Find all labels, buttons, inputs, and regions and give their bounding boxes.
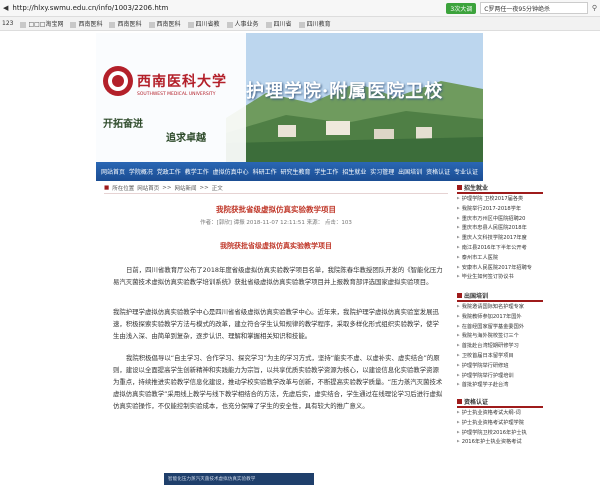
crumb-sep: >> — [162, 185, 172, 191]
section-header: 招生就业 — [457, 183, 543, 194]
list-item[interactable]: 毕业生如何签订协议书 — [457, 272, 543, 282]
nav-vr-center[interactable]: 虚拟仿真中心 — [213, 167, 249, 176]
list-item[interactable]: 首批护理学子赴台湾 — [457, 380, 543, 390]
list-item[interactable]: 我院教师参加2017年国外 — [457, 312, 543, 322]
page-icon — [70, 21, 77, 28]
bookmark-0[interactable]: 123 — [2, 20, 13, 27]
nav-teaching[interactable]: 教学工作 — [185, 167, 209, 176]
list-item[interactable]: 我院举行2017-2018学年 — [457, 204, 543, 214]
section-header: 资格认证 — [457, 397, 543, 408]
article-title: 我院获批省级虚拟仿真实验教学项目 — [216, 205, 336, 214]
nav-research[interactable]: 科研工作 — [253, 167, 277, 176]
list-item[interactable]: 安康市人民医院2017年招聘专 — [457, 263, 543, 273]
article-paragraph: 日前，四川省教育厅公布了2018年度省级虚拟仿真实验教学项目名单，我院陈春华教授… — [113, 266, 443, 286]
crumb-news[interactable]: 网站新闻 — [174, 184, 196, 192]
bookmark-3[interactable]: 西南医科 — [109, 19, 142, 28]
nav-graduate[interactable]: 研究生教育 — [280, 167, 310, 176]
university-name: 西南医科大学 — [137, 74, 227, 90]
crumb-home[interactable]: 网站首页 — [137, 184, 159, 192]
address-bar: ◀ http://hlxy.swmu.edu.cn/info/1003/2206… — [0, 0, 600, 17]
breadcrumb: ■ 所在位置 网站首页 >> 网站新闻 >> 正文 — [104, 183, 448, 194]
nav-cert[interactable]: 资格认证 — [426, 167, 450, 176]
article-subtitle: 我院获批省级虚拟仿真实验教学项目 — [220, 242, 332, 250]
url-field[interactable]: http://hlxy.swmu.edu.cn/info/1003/2206.h… — [12, 2, 442, 14]
search-icon[interactable]: ⚲ — [592, 4, 597, 12]
crumb-current: 正文 — [211, 186, 223, 192]
search-box[interactable]: C罗两任一夜95分钟绝杀 — [480, 2, 588, 14]
home-icon: ■ — [104, 185, 110, 191]
nav-students[interactable]: 学生工作 — [314, 167, 338, 176]
sidebar-section-cert: 资格认证 护士执业资格考试大纲-词 护士执业资格考试护理学院 护理学院卫校201… — [457, 397, 543, 447]
list-item[interactable]: 护士执业资格考试大纲-词 — [457, 408, 543, 418]
page-icon — [226, 21, 233, 28]
motto-left: 开拓奋进 — [103, 119, 143, 130]
article: 我院获批省级虚拟仿真实验教学项目 作者：[郭欣] 谭振 2018-11-07 1… — [104, 196, 448, 488]
list-item[interactable]: 南江县2016年下半年公开考 — [457, 243, 543, 253]
bookmark-7[interactable]: 四川省 — [265, 19, 292, 28]
bookmark-6[interactable]: 人事业务 — [226, 19, 259, 28]
page-icon — [187, 21, 194, 28]
bookmarks-bar: 123 □□□淘宝网 西南医科 西南医科 西南医科 四川省教 人事业务 四川省 … — [0, 17, 600, 31]
bookmark-5[interactable]: 四川省教 — [187, 19, 220, 28]
list-item[interactable]: 2016年护士执业资格考试 — [457, 437, 543, 447]
nav-party[interactable]: 党政工作 — [157, 167, 181, 176]
main-nav: 网站首页 学院概况 党政工作 教学工作 虚拟仿真中心 科研工作 研究生教育 学生… — [96, 162, 483, 181]
square-icon — [457, 185, 462, 190]
section-header: 出国培训 — [457, 291, 543, 302]
list-item[interactable]: 护理学院举行护理培训 — [457, 371, 543, 381]
page-icon — [148, 21, 155, 28]
crumb-label: 所在位置 — [112, 186, 135, 192]
page-icon — [109, 21, 116, 28]
list-item[interactable]: 卫校首届日本留学项目 — [457, 351, 543, 361]
nav-about[interactable]: 学院概况 — [129, 167, 153, 176]
back-icon[interactable]: ◀ — [3, 4, 8, 12]
article-paragraph: 我院积极倡导以“自主学习、合作学习、探究学习”为主的学习方式，坚持“能实不虚、以… — [113, 354, 443, 410]
nav-home[interactable]: 网站首页 — [101, 167, 125, 176]
sidebar-section-abroad: 出国培训 我院邀请国际知名护理专家 我院教师参加2017年国外 在首经国家留学基… — [457, 291, 543, 390]
nav-admission[interactable]: 招生就业 — [342, 167, 366, 176]
list-item[interactable]: 在首经国家留学基金委国外 — [457, 322, 543, 332]
list-item[interactable]: 护理学院卫校2016年护士执 — [457, 428, 543, 438]
article-image: 智能化压力蒸汽灭菌技术虚拟仿真实验教学 — [164, 473, 314, 485]
list-item[interactable]: 护士执业资格考试护理学院 — [457, 418, 543, 428]
hot-badge[interactable]: 3次大调 — [446, 2, 477, 14]
list-item[interactable]: 首批赴台湾短期研修学习 — [457, 341, 543, 351]
square-icon — [457, 399, 462, 404]
motto-right: 追求卓越 — [166, 133, 206, 144]
list-item[interactable]: 重庆市万州区中医院招聘20 — [457, 214, 543, 224]
article-paragraph: 我院护理学虚拟仿真实验教学中心是四川省省级虚拟仿真实验教学中心。近年来，我院护理… — [113, 308, 439, 340]
square-icon — [457, 293, 462, 298]
bookmark-4[interactable]: 西南医科 — [148, 19, 181, 28]
nav-accreditation[interactable]: 专业认证 — [454, 167, 478, 176]
college-name: 护理学院·附属医院卫校 — [246, 81, 444, 102]
sidebar-section-admission: 招生就业 护理学院 卫校2017届各类 我院举行2017-2018学年 重庆市万… — [457, 183, 543, 282]
list-item[interactable]: 护理学院举行研修班 — [457, 361, 543, 371]
bookmark-8[interactable]: 四川教育 — [298, 19, 331, 28]
page-icon — [298, 21, 305, 28]
page-icon — [20, 21, 27, 28]
nav-internship[interactable]: 实习管理 — [370, 167, 394, 176]
list-item[interactable]: 重庆市忠县人民医院2018年 — [457, 223, 543, 233]
list-item[interactable]: 我院与海外院校签订三个 — [457, 331, 543, 341]
bookmark-2[interactable]: 西南医科 — [70, 19, 102, 28]
list-item[interactable]: 我院邀请国际知名护理专家 — [457, 302, 543, 312]
list-item[interactable]: 重庆人文科技学院2017年度 — [457, 233, 543, 243]
university-name-en: SOUTHWEST MEDICAL UNIVERSITY — [137, 92, 216, 97]
article-meta: 作者：[郭欣] 谭振 2018-11-07 12:11:51 来源： 点击：10… — [200, 220, 352, 226]
bookmark-1[interactable]: □□□淘宝网 — [20, 19, 63, 28]
list-item[interactable]: 护理学院 卫校2017届各类 — [457, 194, 543, 204]
list-item[interactable]: 泰州市工人医院 — [457, 253, 543, 263]
article-image-caption: 智能化压力蒸汽灭菌技术虚拟仿真实验教学 — [168, 477, 256, 482]
crumb-sep: >> — [199, 185, 209, 191]
site-banner: 西南医科大学 SOUTHWEST MEDICAL UNIVERSITY 护理学院… — [96, 33, 483, 162]
page-icon — [265, 21, 272, 28]
nav-abroad[interactable]: 出国培训 — [398, 167, 422, 176]
